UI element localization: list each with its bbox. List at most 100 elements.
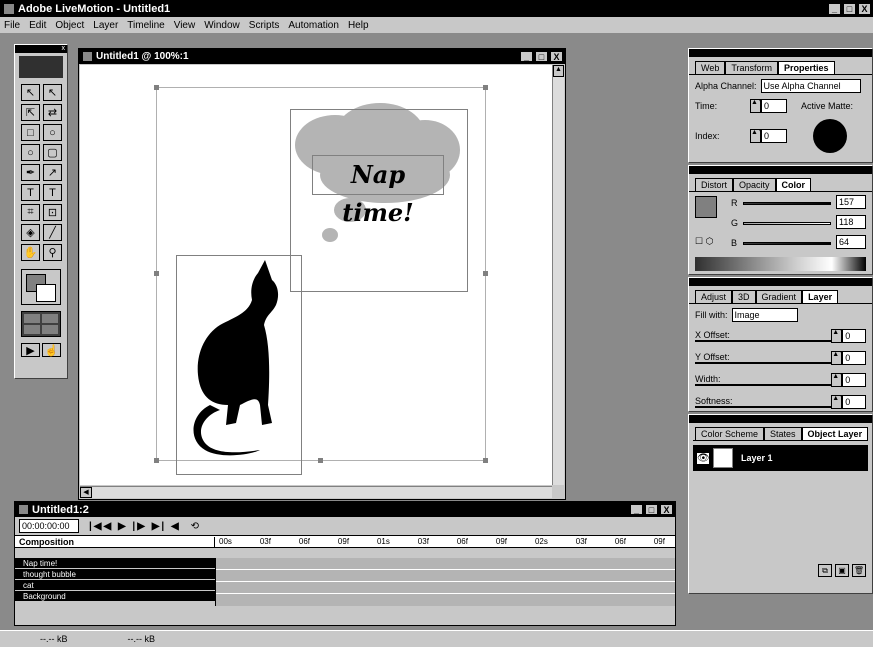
new-layer-icon[interactable]: ⧉ — [818, 564, 832, 577]
menu-view[interactable]: View — [174, 20, 196, 31]
timeline-layer-nap-time[interactable]: Nap time! — [15, 558, 215, 569]
tab-distort[interactable]: Distort — [695, 178, 734, 191]
index-spinner[interactable]: ▲▼ — [750, 129, 765, 143]
b-slider[interactable] — [743, 242, 831, 245]
pen-tool-icon[interactable]: ✒ — [21, 164, 40, 181]
vertical-text-tool-icon[interactable]: T — [43, 184, 62, 201]
tab-properties[interactable]: Properties — [778, 61, 835, 74]
tab-transform[interactable]: Transform — [725, 61, 779, 74]
time-field[interactable]: 0 — [761, 99, 787, 113]
layout-grid-icon[interactable] — [21, 311, 61, 337]
color-fill-swatch[interactable] — [695, 196, 717, 218]
minimize-button[interactable]: _ — [828, 2, 841, 15]
tab-states[interactable]: States — [764, 427, 802, 440]
menu-automation[interactable]: Automation — [288, 20, 339, 31]
menu-help[interactable]: Help — [348, 20, 369, 31]
eyedropper-tool-icon[interactable]: ╱ — [43, 224, 62, 241]
eye-icon[interactable]: 👁 — [697, 452, 710, 464]
text-tool-icon[interactable]: T — [21, 184, 40, 201]
g-field[interactable]: 118 — [836, 215, 866, 229]
websafe-checkbox[interactable]: ☐ ⬡ — [695, 236, 713, 247]
alpha-channel-select[interactable]: Use Alpha Channel — [760, 79, 861, 93]
color-spectrum[interactable] — [695, 257, 866, 271]
timeline-layer-background[interactable]: Background — [15, 591, 215, 602]
fill-with-select[interactable]: Image — [731, 308, 798, 322]
x-offset-slider[interactable] — [695, 340, 832, 342]
pencil-tool-icon[interactable]: ↗ — [43, 164, 62, 181]
time-spinner[interactable]: ▲▼ — [750, 99, 765, 113]
softness-slider[interactable] — [695, 406, 832, 408]
index-field[interactable]: 0 — [761, 129, 787, 143]
crop-tool-icon[interactable]: ⌗ — [21, 204, 40, 221]
horizontal-scrollbar[interactable]: ◀ — [80, 486, 552, 498]
tab-color[interactable]: Color — [775, 178, 812, 191]
width-spinner[interactable]: ▲▼ — [831, 373, 846, 387]
selection-tool-icon[interactable]: ↖ — [21, 84, 40, 101]
nap-time-text[interactable]: Nap time! — [312, 155, 444, 227]
edit-mode-icon[interactable]: ▶ — [21, 343, 40, 357]
r-slider[interactable] — [743, 202, 831, 205]
object-layer-row[interactable]: 👁 Layer 1 — [693, 445, 868, 471]
stroke-swatch[interactable] — [36, 284, 56, 302]
toolbox-close-icon[interactable]: x — [62, 45, 66, 53]
rounded-rect-tool-icon[interactable]: ▢ — [43, 144, 62, 161]
hand-tool-icon[interactable]: ✋ — [21, 244, 40, 261]
loop-icon[interactable]: ⟲ — [191, 521, 199, 532]
y-offset-slider[interactable] — [695, 362, 832, 364]
menu-timeline[interactable]: Timeline — [127, 20, 164, 31]
doc-close-button[interactable]: X — [550, 51, 563, 62]
doc-minimize-button[interactable]: _ — [520, 51, 533, 62]
softness-field[interactable]: 0 — [842, 395, 866, 409]
transport-controls[interactable]: |◀◀ ▶ |▶ ▶| ◀ — [89, 521, 181, 532]
close-button[interactable]: X — [858, 2, 871, 15]
r-field[interactable]: 157 — [836, 195, 866, 209]
x-offset-field[interactable]: 0 — [842, 329, 866, 343]
paint-bucket-tool-icon[interactable]: ◈ — [21, 224, 40, 241]
doc-maximize-button[interactable]: □ — [535, 51, 548, 62]
timeline-minimize-button[interactable]: _ — [630, 504, 643, 515]
y-offset-field[interactable]: 0 — [842, 351, 866, 365]
menu-file[interactable]: File — [4, 20, 20, 31]
tab-adjust[interactable]: Adjust — [695, 290, 733, 303]
scroll-up-icon[interactable]: ▲ — [553, 65, 564, 77]
width-slider[interactable] — [695, 384, 832, 386]
subselection-tool-icon[interactable]: ↖ — [43, 84, 62, 101]
menu-layer[interactable]: Layer — [93, 20, 118, 31]
timecode-field[interactable]: 00:00:00:00 — [19, 519, 79, 533]
trash-icon[interactable]: 🗑 — [852, 564, 866, 577]
timeline-close-button[interactable]: X — [660, 504, 673, 515]
tab-opacity[interactable]: Opacity — [733, 178, 776, 191]
maximize-button[interactable]: □ — [843, 2, 856, 15]
tab-object-layer[interactable]: Object Layer — [801, 427, 869, 440]
transform-tool-icon[interactable]: ⊡ — [43, 204, 62, 221]
tab-color-scheme[interactable]: Color Scheme — [695, 427, 765, 440]
layer-select-tool-icon[interactable]: ⇄ — [43, 104, 62, 121]
fill-stroke-swatches[interactable] — [21, 269, 61, 305]
duplicate-layer-icon[interactable]: ▣ — [835, 564, 849, 577]
menu-edit[interactable]: Edit — [29, 20, 46, 31]
tab-web[interactable]: Web — [695, 61, 726, 74]
scroll-left-icon[interactable]: ◀ — [80, 487, 92, 498]
x-offset-spinner[interactable]: ▲▼ — [831, 329, 846, 343]
group-select-tool-icon[interactable]: ⇱ — [21, 104, 40, 121]
tab-layer[interactable]: Layer — [802, 290, 839, 303]
timeline-tracks[interactable] — [215, 558, 675, 606]
rectangle-tool-icon[interactable]: □ — [21, 124, 40, 141]
preview-mode-icon[interactable]: ☝ — [42, 343, 61, 357]
timeline-layer-cat[interactable]: cat — [15, 580, 215, 591]
vertical-scrollbar[interactable]: ▲ — [552, 65, 564, 485]
y-offset-spinner[interactable]: ▲▼ — [831, 351, 846, 365]
timeline-maximize-button[interactable]: □ — [645, 504, 658, 515]
b-field[interactable]: 64 — [836, 235, 866, 249]
menu-object[interactable]: Object — [55, 20, 84, 31]
width-field[interactable]: 0 — [842, 373, 866, 387]
tab-gradient[interactable]: Gradient — [755, 290, 803, 303]
menu-window[interactable]: Window — [204, 20, 240, 31]
timeline-layer-thought-bubble[interactable]: thought bubble — [15, 569, 215, 580]
time-ruler[interactable]: 00s 03f 06f 09f 01s 03f 06f 09f 02s 03f … — [215, 537, 675, 546]
polygon-tool-icon[interactable]: ○ — [21, 144, 40, 161]
softness-spinner[interactable]: ▲▼ — [831, 395, 846, 409]
stage-canvas[interactable]: Nap time! — [80, 65, 552, 485]
zoom-tool-icon[interactable]: ⚲ — [43, 244, 62, 261]
menu-scripts[interactable]: Scripts — [249, 20, 280, 31]
